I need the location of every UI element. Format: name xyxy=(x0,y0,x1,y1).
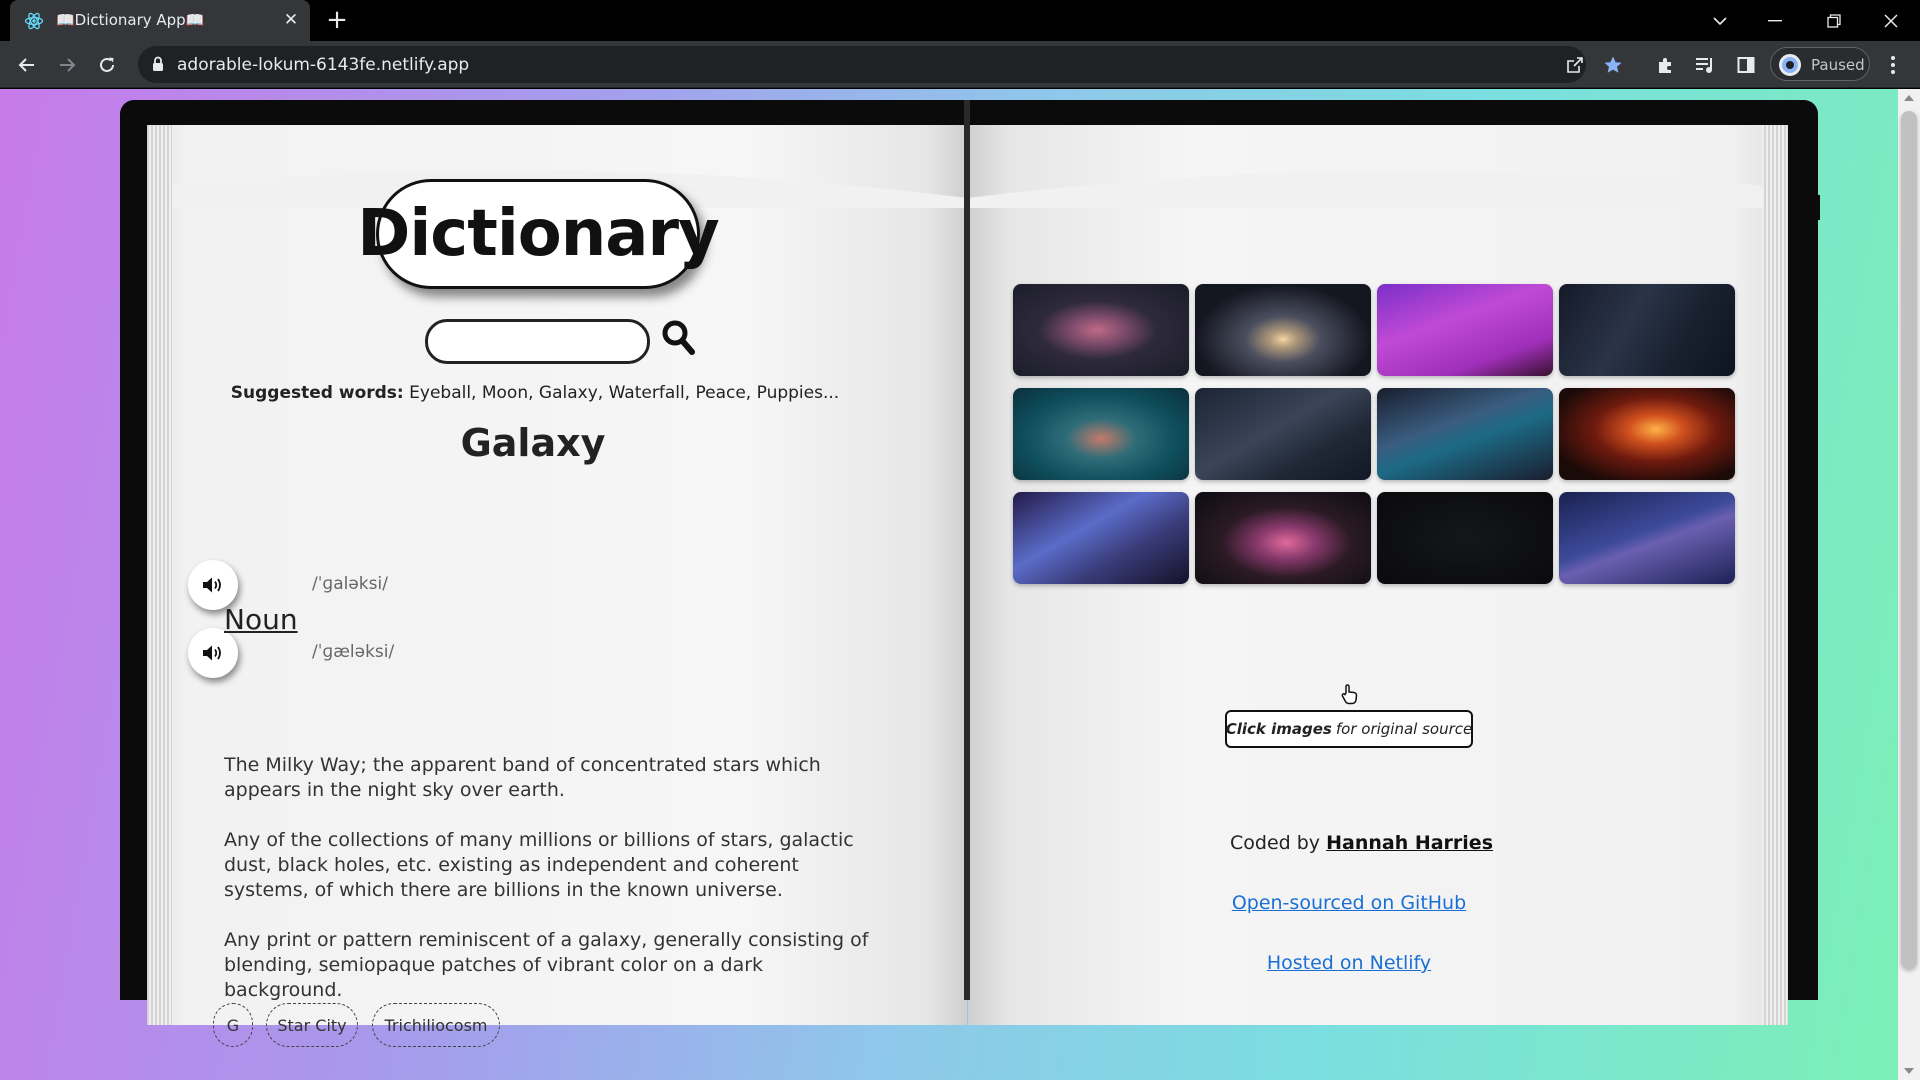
close-window-icon[interactable] xyxy=(1868,0,1914,41)
gallery-image[interactable] xyxy=(1377,388,1553,480)
profile-status: Paused xyxy=(1811,56,1865,74)
synonym-chip[interactable]: Trichiliocosm xyxy=(372,1003,500,1047)
part-of-speech: Noun xyxy=(224,603,298,636)
definition: The Milky Way; the apparent band of conc… xyxy=(224,754,821,801)
bookmark-star-icon[interactable] xyxy=(1602,54,1624,76)
phonetic-text: /ˈɡæləksi/ xyxy=(312,642,395,662)
restore-icon[interactable] xyxy=(1811,0,1857,41)
definition: Any of the collections of many millions … xyxy=(224,829,854,901)
search-icon[interactable] xyxy=(661,319,697,359)
lock-icon[interactable] xyxy=(152,56,164,76)
book-gutter xyxy=(964,100,970,1000)
app-title: Dictionary xyxy=(357,179,720,289)
gallery-image[interactable] xyxy=(1377,492,1553,584)
hint-rest: for original source xyxy=(1335,720,1473,738)
react-icon xyxy=(24,11,44,31)
url-text[interactable]: adorable-lokum-6143fe.netlify.app xyxy=(177,55,469,75)
page-canvas: Dictionary Suggested words: Eyeball, Moo… xyxy=(0,89,1920,1080)
address-bar[interactable]: adorable-lokum-6143fe.netlify.app xyxy=(138,46,1622,83)
forward-icon[interactable] xyxy=(51,49,83,81)
suggested-words-label: Suggested words: xyxy=(230,383,404,403)
gallery-image[interactable] xyxy=(1013,388,1189,480)
phonetic-text: /ˈɡaləksi/ xyxy=(312,574,388,594)
gallery-image[interactable] xyxy=(1195,492,1371,584)
gallery-image[interactable] xyxy=(1559,284,1735,376)
credit-line: Coded by Hannah Harries xyxy=(1230,832,1493,854)
page-viewport: Dictionary Suggested words: Eyeball, Moo… xyxy=(0,89,1920,1080)
gallery-image[interactable] xyxy=(1195,284,1371,376)
speaker-icon xyxy=(203,645,221,661)
credit-prefix: Coded by xyxy=(1230,832,1321,854)
page-scrollbar[interactable] xyxy=(1898,89,1920,1080)
suggested-words: Suggested words: Eyeball, Moon, Galaxy, … xyxy=(222,383,848,403)
new-tab-icon[interactable]: + xyxy=(323,7,351,35)
browser-menu-icon[interactable] xyxy=(1881,53,1905,77)
author-link[interactable]: Hannah Harries xyxy=(1326,832,1493,854)
media-controls-icon[interactable] xyxy=(1693,53,1717,77)
minimize-icon[interactable] xyxy=(1752,0,1798,41)
synonym-chip[interactable]: Star City xyxy=(266,1003,358,1047)
search-input[interactable] xyxy=(425,319,650,364)
scrollbar-thumb[interactable] xyxy=(1901,111,1917,969)
left-page-edge xyxy=(147,125,172,1025)
gallery-image[interactable] xyxy=(1195,388,1371,480)
close-tab-icon[interactable]: ✕ xyxy=(280,9,302,31)
tab-dictionary-app[interactable]: 📖Dictionary App📖 ✕ xyxy=(10,0,310,41)
hint-bold: Click images xyxy=(1225,720,1332,738)
entry-word: Galaxy xyxy=(460,421,606,465)
image-source-hint: Click images for original source xyxy=(1225,710,1473,748)
netlify-link[interactable]: Hosted on Netlify xyxy=(1199,952,1499,974)
tab-search-icon[interactable] xyxy=(1697,0,1743,41)
github-link[interactable]: Open-sourced on GitHub xyxy=(1199,892,1499,914)
definition: Any print or pattern reminiscent of a ga… xyxy=(224,929,869,1001)
back-icon[interactable] xyxy=(11,49,43,81)
suggested-words-list: Eyeball, Moon, Galaxy, Waterfall, Peace,… xyxy=(409,383,840,403)
profile-avatar-icon xyxy=(1779,54,1801,76)
side-panel-icon[interactable] xyxy=(1734,53,1758,77)
gallery-image[interactable] xyxy=(1013,492,1189,584)
gallery-image[interactable] xyxy=(1559,388,1735,480)
speaker-icon xyxy=(203,577,221,593)
browser-toolbar: adorable-lokum-6143fe.netlify.app Paused xyxy=(0,41,1920,88)
extensions-icon[interactable] xyxy=(1654,53,1678,77)
scroll-down-icon[interactable] xyxy=(1904,1068,1914,1074)
share-icon[interactable] xyxy=(1564,54,1586,76)
gallery-image[interactable] xyxy=(1013,284,1189,376)
right-page-edge xyxy=(1762,125,1787,1025)
synonym-chip[interactable]: G xyxy=(213,1003,253,1047)
pointer-hand-icon xyxy=(1339,683,1361,705)
scroll-up-icon[interactable] xyxy=(1904,95,1914,101)
gallery-image[interactable] xyxy=(1559,492,1735,584)
tab-title: 📖Dictionary App📖 xyxy=(56,11,205,29)
gallery-image[interactable] xyxy=(1377,284,1553,376)
tab-strip: 📖Dictionary App📖 ✕ + xyxy=(0,0,1920,41)
profile-button[interactable]: Paused xyxy=(1770,47,1870,81)
reload-icon[interactable] xyxy=(91,49,123,81)
